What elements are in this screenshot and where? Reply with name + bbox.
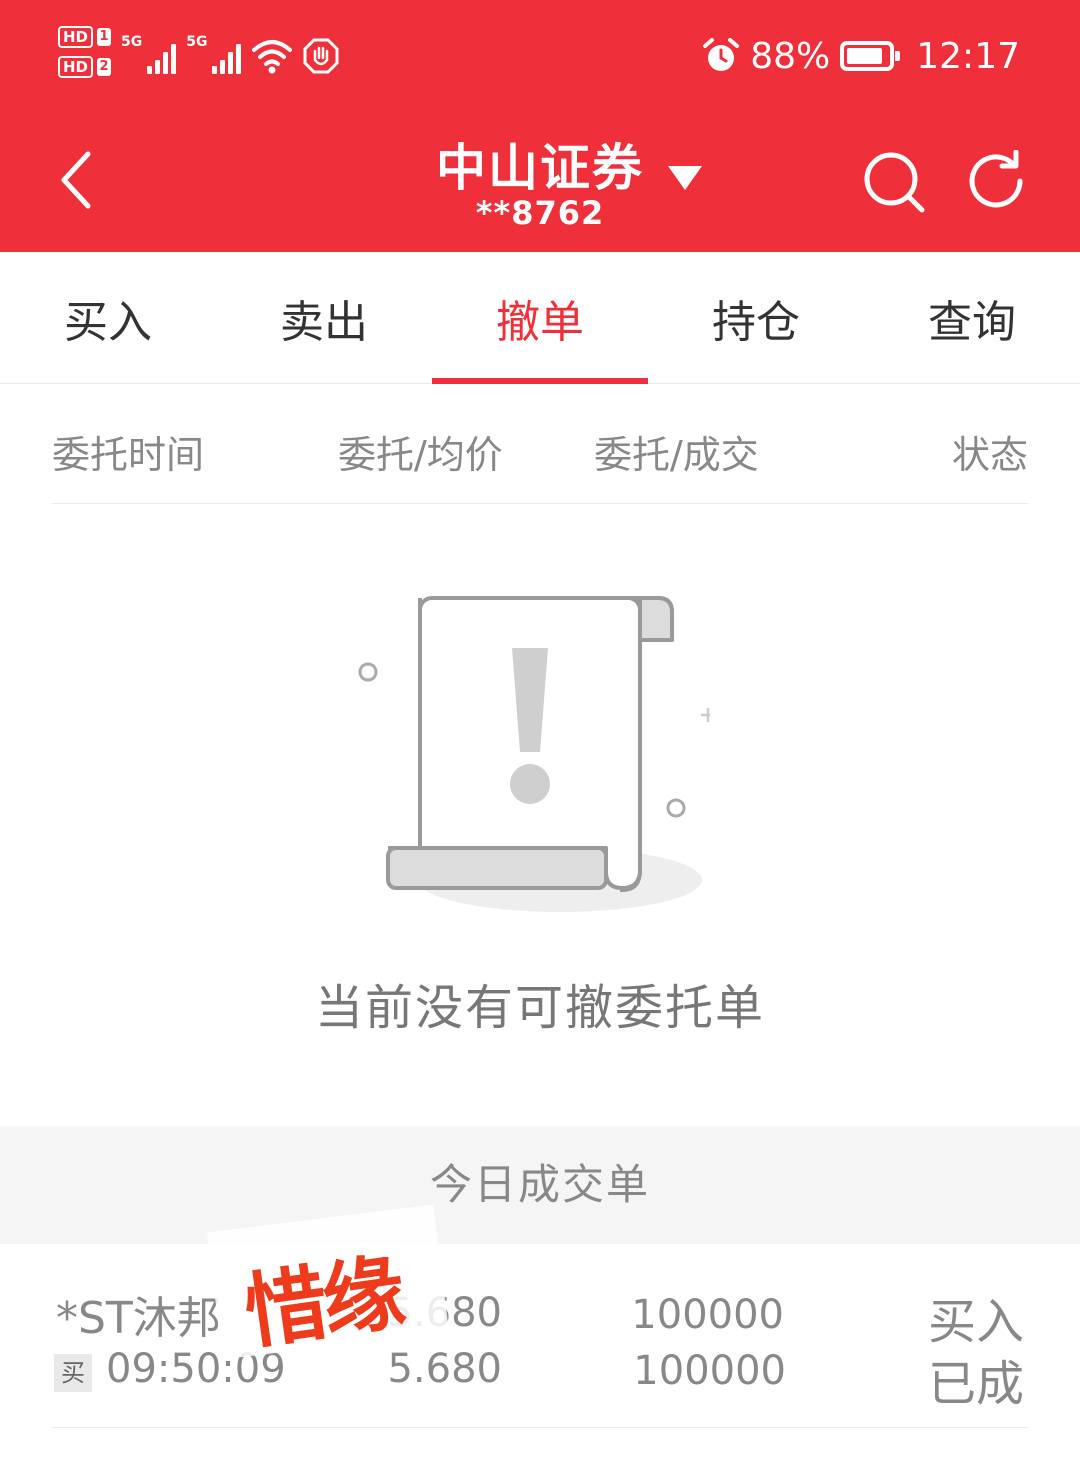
col-order-time: 委托时间 [52,433,205,477]
trade-row[interactable]: *ST沐邦 买 09:50:09 5.680 5.680 100000 1000… [52,1244,1028,1428]
caret-down-icon[interactable] [668,166,702,190]
trade-direction: 买入 [927,1294,1024,1350]
status-bar-left: HD 1 HD 2 5G 5G [58,26,339,86]
app-header: HD 1 HD 2 5G 5G 88% 12:17 中山证券 **8762 [0,0,1080,252]
hd-indicator-2: HD 2 [58,56,112,78]
signal-icon-sim2: 5G [186,34,242,74]
filled-qty: 100000 [633,1348,786,1394]
empty-document-icon [358,596,710,912]
side-tag: 买 [54,1354,92,1392]
tab-cancel[interactable]: 撤单 [432,252,648,384]
hand-icon [303,38,339,74]
tab-sell[interactable]: 卖出 [216,252,432,384]
alarm-icon [703,38,740,71]
battery-icon [840,41,901,71]
hd-indicator-1: HD 1 [58,26,112,48]
hd-indicators: HD 1 HD 2 [58,26,112,78]
clock: 12:17 [916,35,1020,77]
trade-tabs: 买入 卖出 撤单 持仓 查询 [0,252,1080,384]
search-icon[interactable] [862,150,926,214]
tab-buy[interactable]: 买入 [0,252,216,384]
col-status: 状态 [951,433,1028,477]
order-qty: 100000 [631,1292,784,1338]
col-order-price: 委托/均价 [338,433,503,477]
battery-percent: 88% [750,35,831,77]
col-order-volume: 委托/成交 [594,433,759,477]
trade-status: 已成 [927,1356,1024,1412]
status-bar-right: 88% 12:17 [702,32,1020,80]
sim2-network: 5G [186,34,208,50]
battery-fill [847,48,883,64]
hd2-num: 2 [97,58,112,76]
empty-message: 当前没有可撤委托单 [314,980,765,1036]
column-headers: 委托时间 委托/均价 委托/成交 状态 [52,384,1028,504]
signal-icon-sim1: 5G [121,34,177,74]
wifi-icon [252,40,293,74]
today-trades-header: 今日成交单 [0,1126,1080,1244]
page-title[interactable]: 中山证券 [436,128,644,200]
hd1-num: 1 [97,28,112,46]
hd2-label: HD [58,56,94,78]
stock-name: *ST沐邦 [56,1293,221,1344]
avg-price: 5.680 [387,1346,502,1392]
tab-query[interactable]: 查询 [864,252,1080,384]
tab-positions[interactable]: 持仓 [648,252,864,384]
hd1-label: HD [58,26,94,48]
sim1-network: 5G [121,34,143,50]
refresh-icon[interactable] [966,150,1028,212]
watermark-stamp: 惜缘 [239,1245,407,1362]
